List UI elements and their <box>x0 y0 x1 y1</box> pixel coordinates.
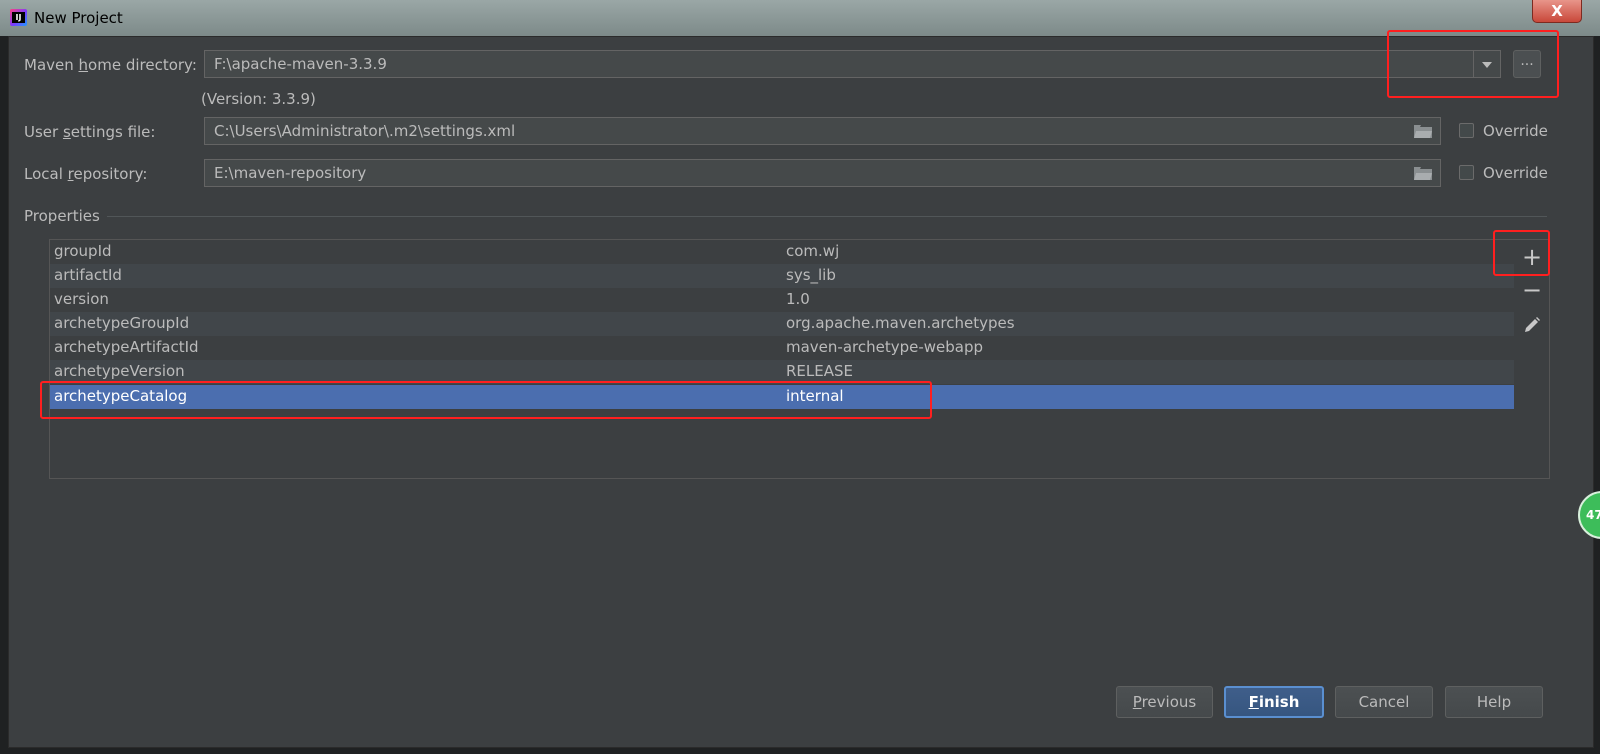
table-row[interactable]: archetypeVersion RELEASE <box>50 360 1514 384</box>
maven-version-text: (Version: 3.3.9) <box>201 90 316 108</box>
new-project-dialog: Maven home directory: F:\apache-maven-3.… <box>8 36 1594 748</box>
close-window-button[interactable]: X <box>1532 0 1582 23</box>
settings-override-checkbox[interactable] <box>1459 123 1474 138</box>
maven-home-value: F:\apache-maven-3.3.9 <box>214 55 387 73</box>
local-repository-label: Local repository: <box>24 165 148 183</box>
local-repository-value: E:\maven-repository <box>214 164 367 182</box>
chevron-down-icon[interactable] <box>1473 51 1500 77</box>
finish-button[interactable]: Finish <box>1224 686 1324 718</box>
properties-table: groupId com.wj artifactId sys_lib version 1… <box>49 239 1517 479</box>
user-settings-value: C:\Users\Administrator\.m2\settings.xml <box>214 122 516 140</box>
table-row[interactable]: version 1.0 <box>50 288 1514 312</box>
user-settings-input[interactable]: C:\Users\Administrator\.m2\settings.xml <box>204 117 1441 145</box>
remove-property-button[interactable]: − <box>1515 276 1549 306</box>
help-button[interactable]: Help <box>1445 686 1543 718</box>
table-row[interactable]: archetypeGroupId org.apache.maven.archety… <box>50 312 1514 336</box>
intellij-app-icon <box>10 9 27 26</box>
window-title-bar: New Project X <box>0 0 1600 36</box>
cancel-button[interactable]: Cancel <box>1335 686 1433 718</box>
repository-override-checkbox[interactable] <box>1459 165 1474 180</box>
folder-icon[interactable] <box>1414 125 1432 138</box>
user-settings-label: User settings file: <box>24 123 156 141</box>
table-row[interactable]: archetypeArtifactId maven-archetype-webap… <box>50 336 1514 360</box>
table-row[interactable]: artifactId sys_lib <box>50 264 1514 288</box>
pencil-icon <box>1525 317 1540 332</box>
add-property-button[interactable]: + <box>1515 242 1549 272</box>
edit-property-button[interactable] <box>1515 310 1549 340</box>
repository-override-label: Override <box>1483 164 1548 182</box>
previous-button[interactable]: Previous <box>1116 686 1213 718</box>
window-title: New Project <box>34 9 123 27</box>
folder-icon[interactable] <box>1414 167 1432 180</box>
maven-home-label: Maven home directory: <box>24 56 197 74</box>
browse-maven-home-button[interactable]: ... <box>1513 50 1541 78</box>
properties-toolbar: + − <box>1515 239 1550 479</box>
table-row-selected[interactable]: archetypeCatalog internal <box>50 385 1514 409</box>
local-repository-input[interactable]: E:\maven-repository <box>204 159 1441 187</box>
table-row[interactable]: groupId com.wj <box>50 240 1514 264</box>
settings-override-label: Override <box>1483 122 1548 140</box>
section-divider <box>107 216 1547 217</box>
properties-section-title: Properties <box>24 207 100 225</box>
maven-home-combobox[interactable]: F:\apache-maven-3.3.9 <box>204 50 1501 78</box>
